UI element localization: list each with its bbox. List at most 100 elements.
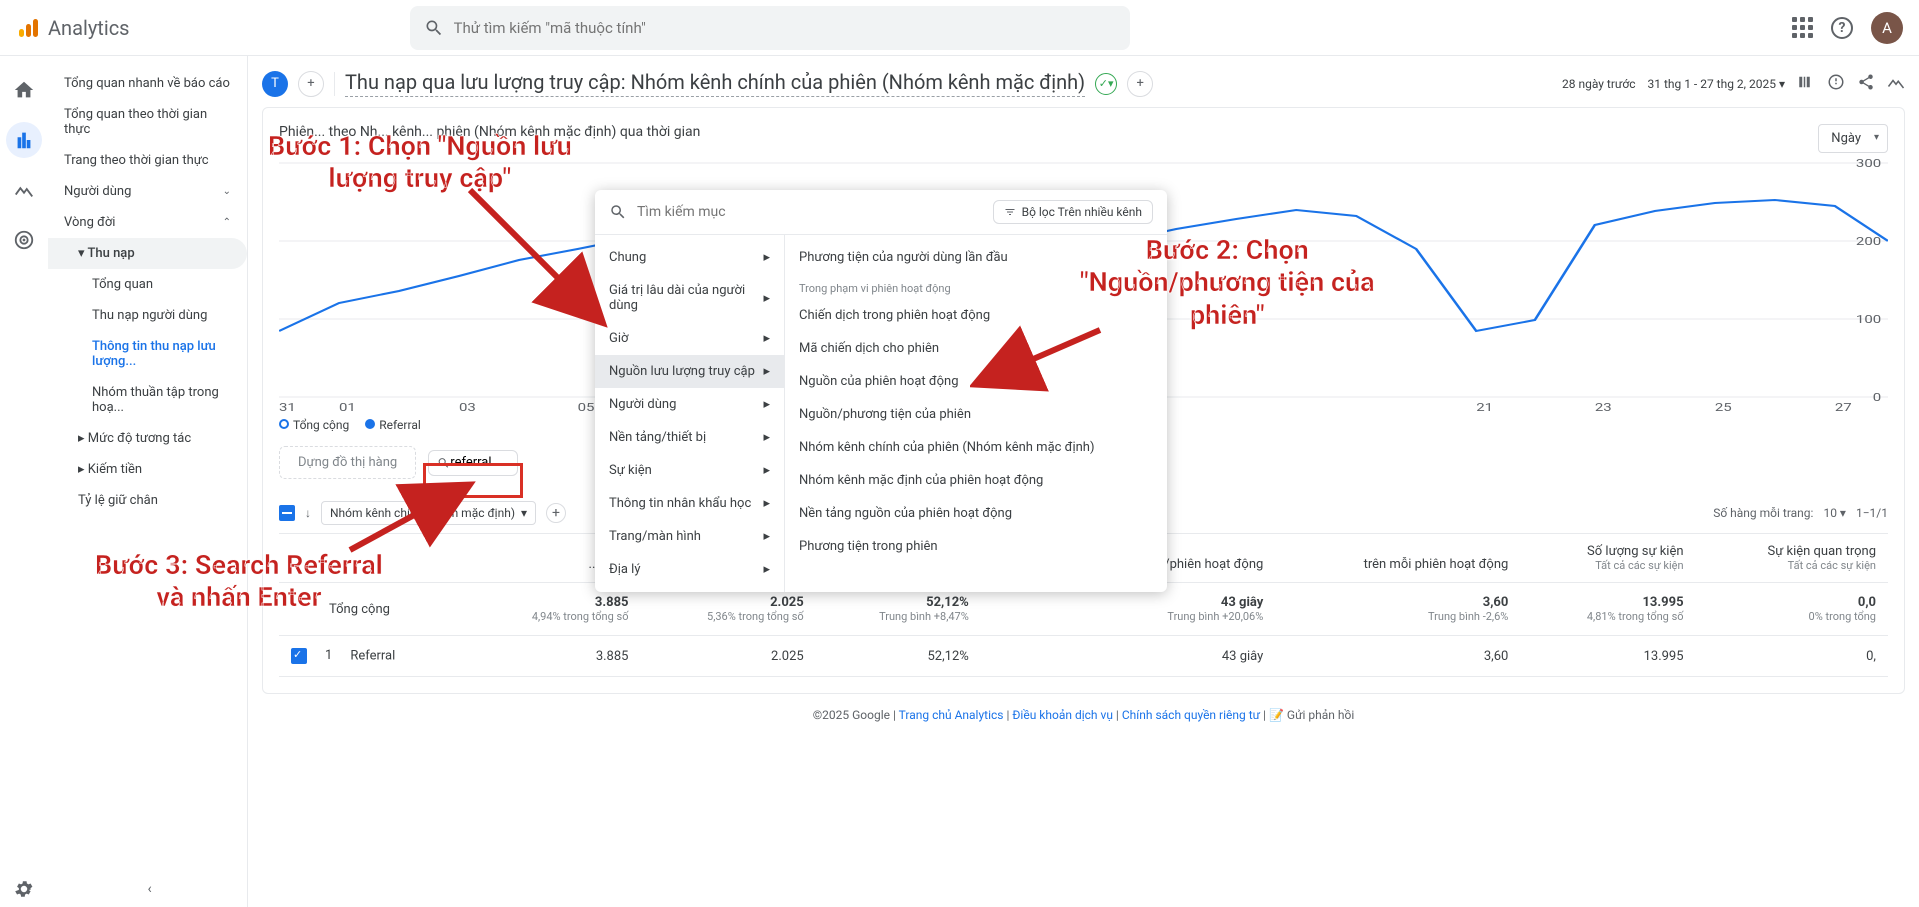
dd-item-session-source-medium[interactable]: Nguồn/phương tiện của phiên	[785, 398, 1167, 431]
dd-item-session-source[interactable]: Nguồn của phiên hoạt động	[785, 365, 1167, 398]
product-name: Analytics	[48, 16, 130, 40]
report-sidebar: Tổng quan nhanh về báo cáo Tổng quan the…	[48, 56, 248, 907]
date-preset-label: 28 ngày trước	[1562, 77, 1635, 91]
svg-text:25: 25	[1715, 402, 1732, 413]
select-all-checkbox[interactable]	[279, 505, 295, 521]
sidebar-item-acquisition[interactable]: ▾ Thu nạp	[48, 238, 247, 269]
filter-icon	[1004, 206, 1016, 218]
sidebar-item-acq-user[interactable]: Thu nạp người dùng	[48, 300, 247, 331]
sidebar-item-monetization[interactable]: ▸ Kiếm tiền	[48, 454, 247, 485]
add-segment-button[interactable]: +	[298, 71, 324, 97]
legend-referral: Referral	[365, 418, 421, 432]
rows-per-page-value[interactable]: 10 ▾	[1823, 506, 1846, 520]
row-checkbox[interactable]	[291, 648, 307, 664]
dd-item-session-campaign[interactable]: Chiến dịch trong phiên hoạt động	[785, 299, 1167, 332]
dd-item-first-user-medium[interactable]: Phương tiện của người dùng lần đầu	[785, 241, 1167, 274]
status-check-icon[interactable]: ✓▾	[1095, 73, 1117, 95]
dd-item-session-campaign-id[interactable]: Mã chiến dịch cho phiên	[785, 332, 1167, 365]
sidebar-item-acq-cohort[interactable]: Nhóm thuần tập trong hoạ...	[48, 377, 247, 423]
dimension-dropdown: Bộ lọc Trên nhiều kênh Chung▸ Giá trị lâ…	[595, 190, 1167, 592]
legend-total: Tổng cộng	[279, 418, 349, 432]
dd-item-session-source-platform[interactable]: Nền tảng nguồn của phiên hoạt động	[785, 497, 1167, 530]
svg-text:01: 01	[339, 402, 356, 413]
insights-icon[interactable]	[1827, 73, 1845, 95]
sidebar-item-realtime-overview[interactable]: Tổng quan theo thời gian thực	[48, 99, 247, 145]
sidebar-item-realtime-pages[interactable]: Trang theo thời gian thực	[48, 145, 247, 176]
svg-text:300: 300	[1856, 158, 1881, 171]
report-title[interactable]: Thu nạp qua lưu lượng truy cập: Nhóm kên…	[345, 70, 1085, 97]
dd-item-session-channel-group[interactable]: Nhóm kênh chính của phiên (Nhóm kênh mặc…	[785, 431, 1167, 464]
rail-reports-icon[interactable]	[6, 122, 42, 158]
footer-feedback[interactable]: Gửi phản hồi	[1287, 708, 1354, 722]
dd-category-page[interactable]: Trang/màn hình▸	[595, 520, 784, 553]
dd-category-geo[interactable]: Địa lý▸	[595, 553, 784, 586]
rail-admin-icon[interactable]	[6, 871, 42, 907]
dd-item-session-medium[interactable]: Phương tiện trong phiên	[785, 530, 1167, 563]
search-icon	[437, 455, 450, 471]
svg-text:27: 27	[1835, 402, 1852, 413]
svg-text:0: 0	[1873, 392, 1881, 405]
dd-category-ltv[interactable]: Giá trị lâu dài của người dùng▸	[595, 274, 784, 322]
sidebar-item-acq-traffic[interactable]: Thông tin thu nạp lưu lượng...	[48, 331, 247, 377]
add-secondary-dimension[interactable]: +	[546, 503, 566, 523]
global-search[interactable]	[410, 6, 1130, 50]
segment-chip[interactable]: T	[262, 71, 288, 97]
chevron-down-icon: ⌄	[223, 186, 231, 197]
dd-item-session-default-channel[interactable]: Nhóm kênh mặc định của phiên hoạt động	[785, 464, 1167, 497]
dd-category-general[interactable]: Chung▸	[595, 241, 784, 274]
dd-scope-header: Trong phạm vi phiên hoạt động	[785, 274, 1167, 299]
dd-category-event[interactable]: Sự kiện▸	[595, 454, 784, 487]
sidebar-section-lifecycle[interactable]: Vòng đời⌃	[48, 207, 247, 238]
sidebar-item-overview[interactable]: Tổng quan nhanh về báo cáo	[48, 68, 247, 99]
svg-text:200: 200	[1856, 236, 1881, 249]
trend-icon[interactable]	[1887, 73, 1905, 95]
sidebar-item-engagement[interactable]: ▸ Mức độ tương tác	[48, 423, 247, 454]
primary-dimension-select[interactable]: Nhóm kênh chính...kênh mặc định)▾	[321, 501, 536, 525]
footer-link-home[interactable]: Trang chủ Analytics	[899, 708, 1004, 722]
svg-text:05: 05	[578, 402, 595, 413]
footer-link-terms[interactable]: Điều khoản dịch vụ	[1012, 708, 1113, 722]
help-icon[interactable]: ?	[1831, 17, 1853, 39]
table-search[interactable]	[428, 450, 518, 476]
search-icon	[609, 203, 627, 221]
customize-icon[interactable]	[1797, 73, 1815, 95]
svg-text:thg: thg	[279, 412, 301, 413]
user-avatar[interactable]: A	[1871, 12, 1903, 44]
sidebar-item-acq-overview[interactable]: Tổng quan	[48, 269, 247, 300]
chart-title: Phiên... theo Nh... kênh... phiên (Nhóm …	[279, 124, 1888, 140]
rail-home-icon[interactable]	[6, 72, 42, 108]
rows-per-page-label: Số hàng mỗi trang:	[1713, 506, 1813, 520]
granularity-select[interactable]: Ngày	[1818, 124, 1888, 153]
sidebar-collapse-handle[interactable]: ‹	[148, 881, 152, 897]
dropdown-search-input[interactable]	[637, 204, 983, 220]
dd-category-platform[interactable]: Nền tảng/thiết bị▸	[595, 421, 784, 454]
svg-text:23: 23	[1595, 402, 1612, 413]
plot-rows-pill[interactable]: Dựng đồ thị hàng	[279, 446, 416, 479]
svg-text:21: 21	[1476, 402, 1493, 413]
dd-category-demographics[interactable]: Thông tin nhân khẩu học▸	[595, 487, 784, 520]
dd-category-user[interactable]: Người dùng▸	[595, 388, 784, 421]
chevron-up-icon: ⌃	[223, 217, 231, 228]
date-range-picker[interactable]: 31 thg 1 - 27 thg 2, 2025 ▾	[1647, 77, 1785, 91]
pagination-range: 1−1/1	[1856, 506, 1888, 520]
add-comparison-button[interactable]: +	[1127, 71, 1153, 97]
dd-category-hour[interactable]: Giờ▸	[595, 322, 784, 355]
sidebar-item-retention[interactable]: Tỷ lệ giữ chân	[48, 485, 247, 516]
search-icon	[424, 18, 444, 38]
share-icon[interactable]	[1857, 73, 1875, 95]
dd-category-traffic-source[interactable]: Nguồn lưu lượng truy cập▸	[595, 355, 784, 388]
svg-text:100: 100	[1856, 314, 1881, 327]
dropdown-filter-chip[interactable]: Bộ lọc Trên nhiều kênh	[993, 200, 1153, 224]
sidebar-section-users[interactable]: Người dùng⌄	[48, 176, 247, 207]
data-row[interactable]: 1Referral 3.885 2.025 52,12% 43 giây 3,6…	[279, 636, 1888, 677]
apps-menu-icon[interactable]	[1792, 17, 1813, 38]
analytics-logo-icon	[16, 16, 40, 40]
svg-text:03: 03	[459, 402, 476, 413]
footer-link-privacy[interactable]: Chính sách quyền riêng tư	[1122, 708, 1260, 722]
page-footer: ©2025 Google | Trang chủ Analytics | Điề…	[262, 694, 1905, 736]
rail-advertising-icon[interactable]	[6, 222, 42, 258]
global-search-input[interactable]	[454, 19, 1116, 37]
rail-explore-icon[interactable]	[6, 172, 42, 208]
product-logo[interactable]: Analytics	[16, 16, 130, 40]
table-search-input[interactable]	[450, 455, 509, 470]
